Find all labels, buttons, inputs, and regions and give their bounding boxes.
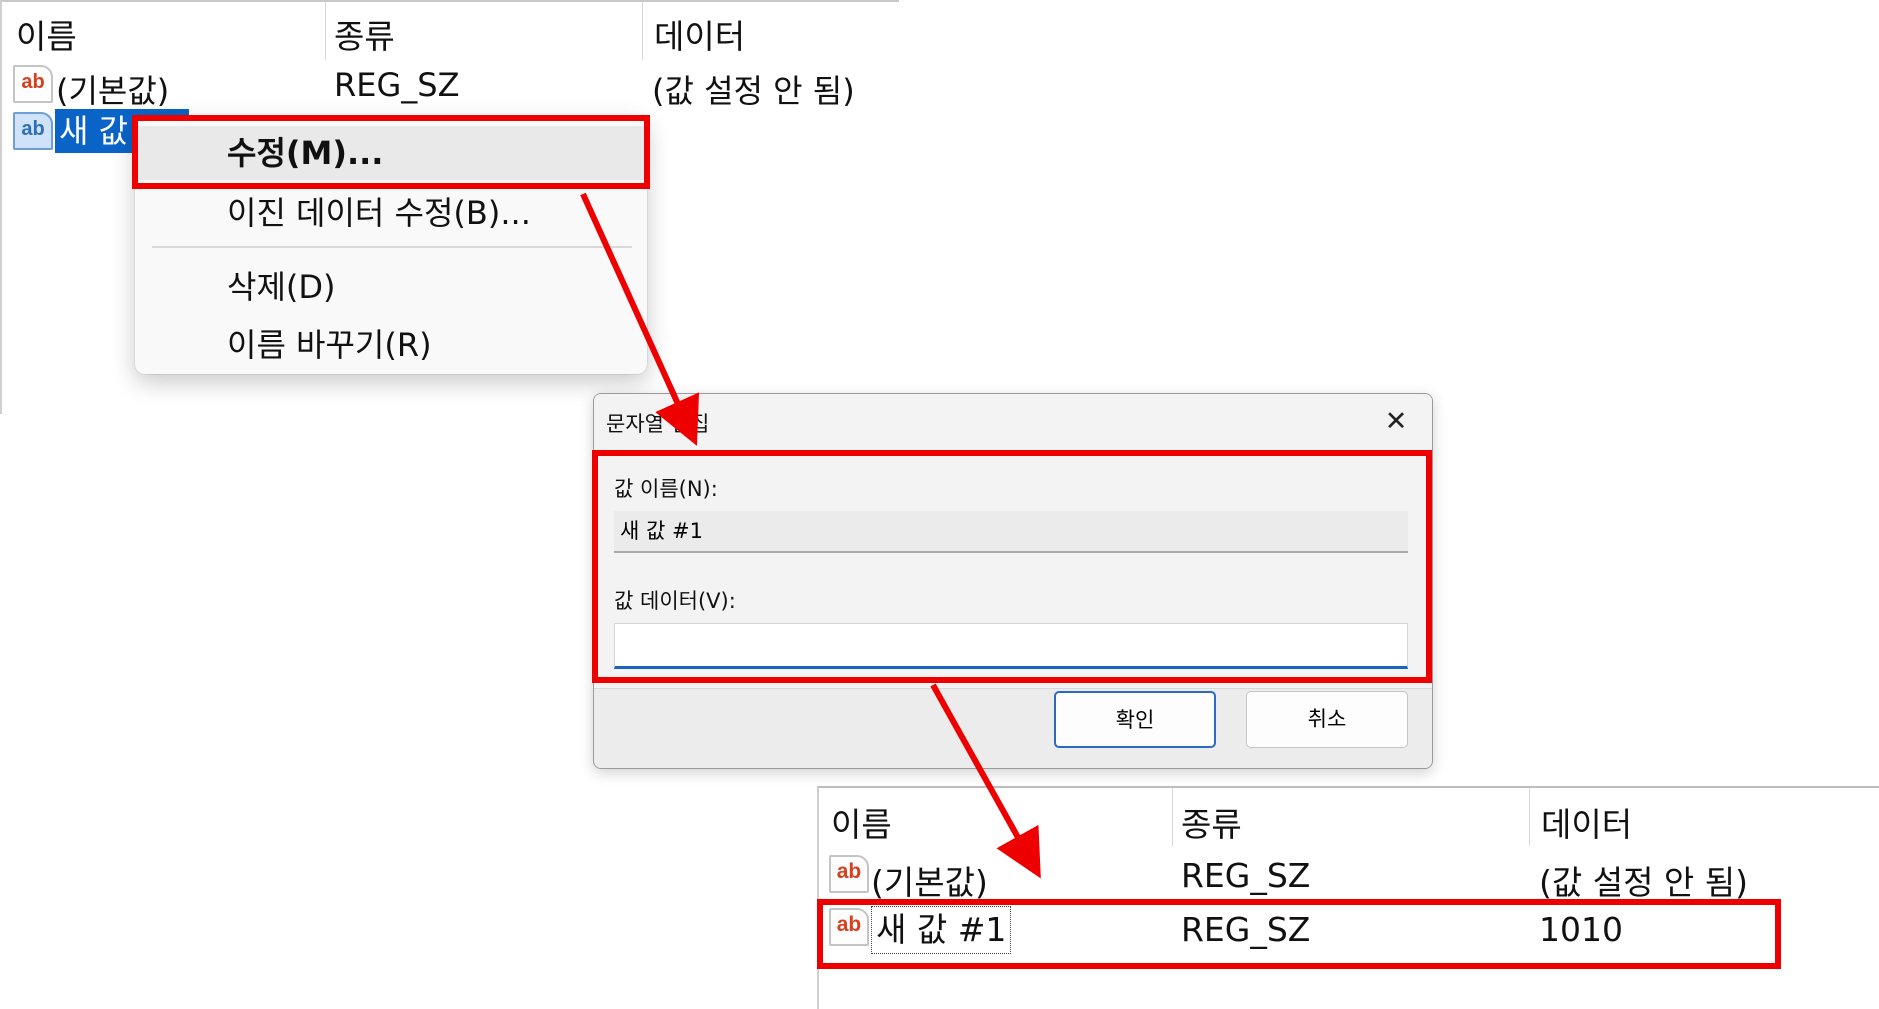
value-name: (기본값): [56, 72, 170, 110]
value-name-label: 값 이름(N):: [614, 477, 718, 501]
edit-string-dialog: 문자열 편집 ✕ 값 이름(N): 새 값 #1 값 데이터(V): 확인 취소: [593, 393, 1433, 769]
string-value-icon: ab: [829, 855, 869, 893]
ok-button[interactable]: 확인: [1054, 691, 1216, 748]
value-name-field[interactable]: 새 값 #1: [614, 511, 1408, 553]
column-divider[interactable]: [1172, 788, 1173, 846]
column-header-type[interactable]: 종류: [334, 10, 395, 58]
value-data-input[interactable]: [614, 623, 1408, 669]
menu-item-rename[interactable]: 이름 바꾸기(R): [135, 318, 647, 372]
menu-divider: [152, 246, 632, 248]
close-icon[interactable]: ✕: [1378, 404, 1414, 440]
column-header-data[interactable]: 데이터: [1541, 798, 1632, 846]
bottom-registry-value-list: 이름 종류 데이터 ab (기본값) REG_SZ (값 설정 안 됨) ab …: [817, 786, 1879, 1009]
value-data: (값 설정 안 됨): [1539, 863, 1749, 902]
column-divider[interactable]: [325, 2, 326, 60]
value-data: 1010: [1539, 910, 1623, 949]
value-name: (기본값): [871, 863, 988, 902]
column-header-name[interactable]: 이름: [16, 10, 77, 58]
value-name: 새 값 #1: [871, 906, 1012, 954]
menu-item-modify[interactable]: 수정(M)...: [135, 126, 647, 180]
column-header-type[interactable]: 종류: [1181, 798, 1242, 846]
dialog-title: 문자열 편집: [606, 412, 710, 436]
string-value-icon: ab: [13, 65, 53, 103]
string-value-icon: ab: [13, 112, 53, 150]
dialog-titlebar[interactable]: 문자열 편집 ✕: [594, 394, 1432, 448]
column-divider[interactable]: [1529, 788, 1530, 846]
context-menu: 수정(M)... 이진 데이터 수정(B)... 삭제(D) 이름 바꾸기(R): [135, 116, 647, 374]
column-header-name[interactable]: 이름: [831, 798, 892, 846]
value-type: REG_SZ: [1181, 856, 1311, 895]
cancel-button[interactable]: 취소: [1246, 691, 1408, 748]
column-divider[interactable]: [642, 2, 643, 60]
value-type: REG_SZ: [1181, 910, 1311, 949]
column-header-data[interactable]: 데이터: [654, 10, 745, 58]
menu-item-delete[interactable]: 삭제(D): [135, 260, 647, 314]
value-data: (값 설정 안 됨): [652, 72, 855, 110]
value-type: REG_SZ: [334, 66, 460, 104]
menu-item-modify-binary[interactable]: 이진 데이터 수정(B)...: [135, 186, 647, 240]
value-data-label: 값 데이터(V):: [614, 589, 736, 613]
string-value-icon: ab: [829, 908, 869, 946]
